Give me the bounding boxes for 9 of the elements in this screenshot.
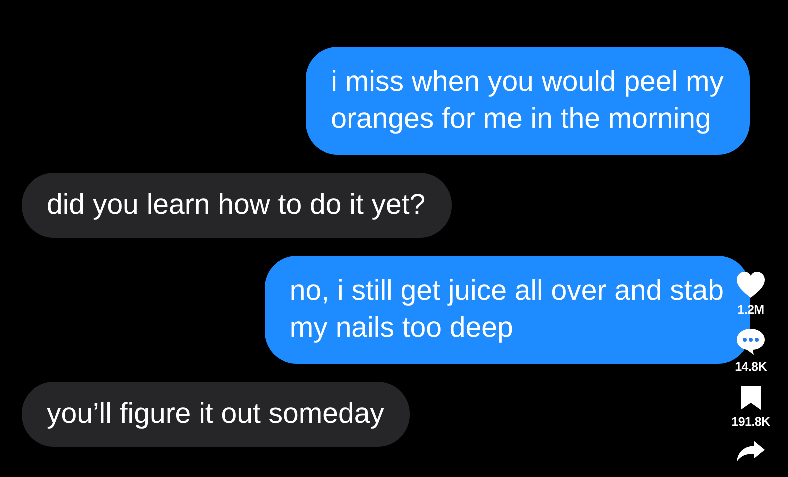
sent-message: i miss when you would peel my oranges for me in the morning [306,47,750,155]
received-message: did you learn how to do it yet? [22,173,452,238]
bookmark-icon[interactable] [738,385,763,411]
comment-icon[interactable] [736,328,766,356]
count-label: 191.8K [732,415,770,429]
heart-icon[interactable] [736,271,766,299]
received-message: you’ll figure it out someday [22,382,410,447]
share-icon[interactable] [736,440,766,462]
count-label: 14.8K [735,360,767,374]
